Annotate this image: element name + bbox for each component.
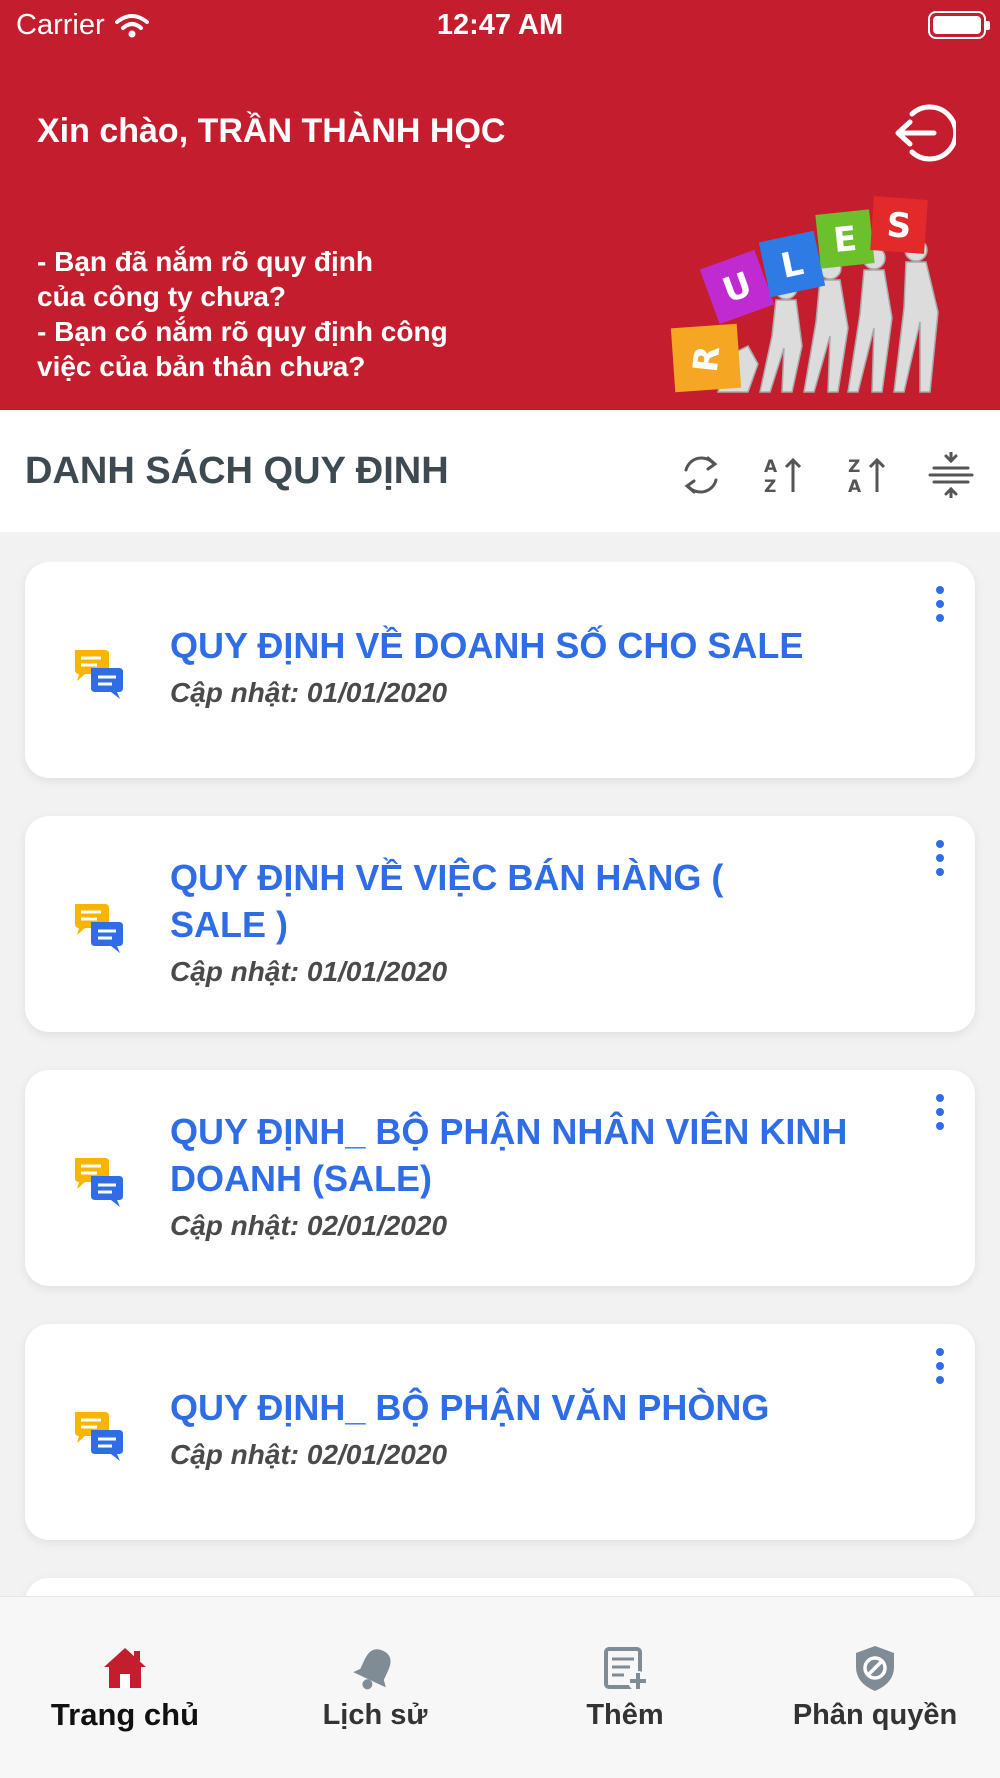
rule-updated-date: Cập nhật: 02/01/2020 [170,1439,448,1470]
rule-updated-date: Cập nhật: 01/01/2020 [170,956,448,987]
rule-card[interactable]: QUY ĐỊNH VỀ VIỆC BÁN HÀNG ( SALE ) Cập n… [25,816,975,1032]
question-line: - Bạn có nắm rõ quy định công [37,316,448,347]
svg-text:Z: Z [764,477,776,497]
svg-text:Z: Z [848,457,860,477]
more-options-icon[interactable] [933,1348,947,1390]
sort-az-button[interactable]: A Z [756,448,810,502]
add-document-icon [604,1647,648,1691]
rules-question: - Bạn đã nắm rõ quy định của công ty chư… [37,244,517,384]
chat-bubbles-icon [75,1158,123,1207]
rules-illustration: R U L E S [670,196,939,393]
tab-label: Thêm [586,1699,664,1731]
bell-icon [353,1649,391,1690]
rule-updated-date: Cập nhật: 02/01/2020 [170,1210,448,1241]
battery-icon [928,11,990,39]
more-options-icon[interactable] [933,840,947,882]
art-letter: E [831,219,858,261]
tab-label: Phân quyền [792,1699,958,1731]
art-letter: R [686,344,729,374]
svg-text:A: A [764,457,778,477]
bottom-tab-bar: Trang chủ Lịch sử Thêm Phân quyền [0,1596,1000,1778]
tab-label: Trang chủ [50,1697,200,1732]
rule-title: QUY ĐỊNH VỀ VIỆC BÁN HÀNG ( SALE ) [170,857,724,945]
question-line: việc của bản thân chưa? [37,351,366,382]
rule-title: QUY ĐỊNH VỀ DOANH SỐ CHO SALE [170,625,804,666]
list-title: DANH SÁCH QUY ĐỊNH [25,450,449,492]
chat-bubbles-icon [75,650,123,699]
list-toolbar: DANH SÁCH QUY ĐỊNH A Z Z A [0,410,1000,532]
tab-label: Lịch sử [322,1699,428,1731]
more-options-icon[interactable] [933,1094,947,1136]
rule-updated-date: Cập nhật: 01/01/2020 [170,677,448,708]
logout-icon[interactable] [890,100,956,166]
status-time: 12:47 AM [436,9,564,41]
header-banner: Carrier 12:47 AM Xin chào, TRẦN THÀNH HỌ… [0,0,1000,410]
more-options-icon[interactable] [933,586,947,628]
home-icon [104,1648,146,1688]
rule-title: QUY ĐỊNH_ BỘ PHẬN NHÂN VIÊN KINH DOANH (… [170,1111,848,1199]
status-bar: Carrier 12:47 AM [0,0,1000,50]
rule-card[interactable]: QUY ĐỊNH_ BỘ PHẬN VĂN PHÒNG Cập nhật: 02… [25,1324,975,1540]
rule-card-partial[interactable] [25,1578,975,1596]
tab-home[interactable]: Trang chủ [0,1597,250,1778]
tab-add[interactable]: Thêm [500,1597,750,1778]
refresh-icon [684,456,718,494]
question-line: - Bạn đã nắm rõ quy định [37,246,374,277]
svg-text:A: A [848,477,862,497]
sort-za-button[interactable]: Z A [840,448,894,502]
chat-bubbles-icon [75,1412,123,1461]
collapse-icon [928,452,974,498]
sort-az-icon: A Z [764,457,802,497]
shield-icon [856,1646,894,1691]
filter-button[interactable] [924,448,978,502]
refresh-button[interactable] [674,448,728,502]
rule-card[interactable]: QUY ĐỊNH_ BỘ PHẬN NHÂN VIÊN KINH DOANH (… [25,1070,975,1286]
chat-bubbles-icon [75,904,123,953]
art-letter: S [885,205,912,247]
question-line: của công ty chưa? [37,281,286,312]
rule-card[interactable]: QUY ĐỊNH VỀ DOANH SỐ CHO SALE Cập nhật: … [25,562,975,778]
sort-za-icon: Z A [848,457,886,497]
rule-title: QUY ĐỊNH_ BỘ PHẬN VĂN PHÒNG [170,1387,770,1428]
rules-list: QUY ĐỊNH VỀ DOANH SỐ CHO SALE Cập nhật: … [0,562,1000,1596]
tab-permissions[interactable]: Phân quyền [750,1597,1000,1778]
tab-history[interactable]: Lịch sử [250,1597,500,1778]
greeting-text: Xin chào, TRẦN THÀNH HỌC [37,112,506,150]
